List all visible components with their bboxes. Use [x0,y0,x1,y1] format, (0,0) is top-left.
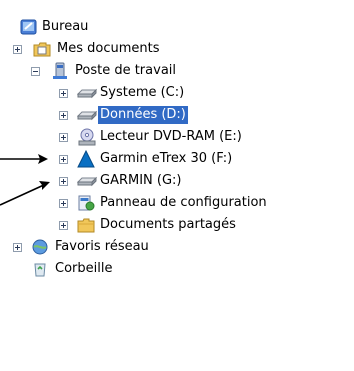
expand-plus-icon[interactable] [59,221,68,230]
recycle-bin-icon [31,260,49,278]
tree-item-mes-documents[interactable]: Mes documents [0,38,200,60]
dvd-drive-icon [77,127,96,146]
tree-item-label: Favoris réseau [55,239,149,254]
tree-item-label: Lecteur DVD-RAM (E:) [100,129,242,144]
tree-item-label: Documents partagés [100,217,236,232]
network-icon [31,238,49,256]
expand-plus-icon[interactable] [59,177,68,186]
hard-drive-icon [76,106,98,124]
tree-item-drive-c[interactable]: Systeme (C:) [0,82,260,104]
hard-drive-icon [76,172,98,190]
collapse-minus-icon[interactable] [31,67,40,76]
hard-drive-icon [76,84,98,102]
expand-plus-icon[interactable] [59,133,68,142]
tree-item-label: Systeme (C:) [100,85,185,100]
tree-item-drive-d[interactable]: Données (D:) [0,104,260,126]
tree-item-recycle-bin[interactable]: Corbeille [0,258,200,280]
documents-folder-icon [33,40,51,58]
expand-plus-icon[interactable] [13,243,22,252]
tree-item-label: Bureau [42,19,89,34]
tree-item-label: Poste de travail [75,63,177,78]
tree-item-poste-de-travail[interactable]: Poste de travail [0,60,200,82]
expand-plus-icon[interactable] [59,89,68,98]
tree-item-network[interactable]: Favoris réseau [0,236,200,258]
desktop-icon [20,18,38,36]
tree-item-label: Corbeille [55,261,113,276]
expand-plus-icon[interactable] [59,199,68,208]
expand-plus-icon[interactable] [13,45,22,54]
expand-plus-icon[interactable] [59,155,68,164]
control-panel-icon [77,194,95,212]
tree-item-label: Garmin eTrex 30 (F:) [100,151,233,166]
expand-plus-icon[interactable] [59,111,68,120]
tree-item-label: Mes documents [57,41,160,56]
tree-item-bureau[interactable]: Bureau [0,16,120,38]
tree-item-label: Panneau de configuration [100,195,267,210]
tree-item-label-selected: Données (D:) [98,106,188,124]
garmin-device-icon [77,149,95,168]
computer-icon [51,62,69,80]
shared-folder-icon [77,216,95,234]
pointer-arrow-icon [0,154,48,164]
pointer-arrow-icon [0,181,50,206]
tree-item-label: GARMIN (G:) [100,173,182,188]
